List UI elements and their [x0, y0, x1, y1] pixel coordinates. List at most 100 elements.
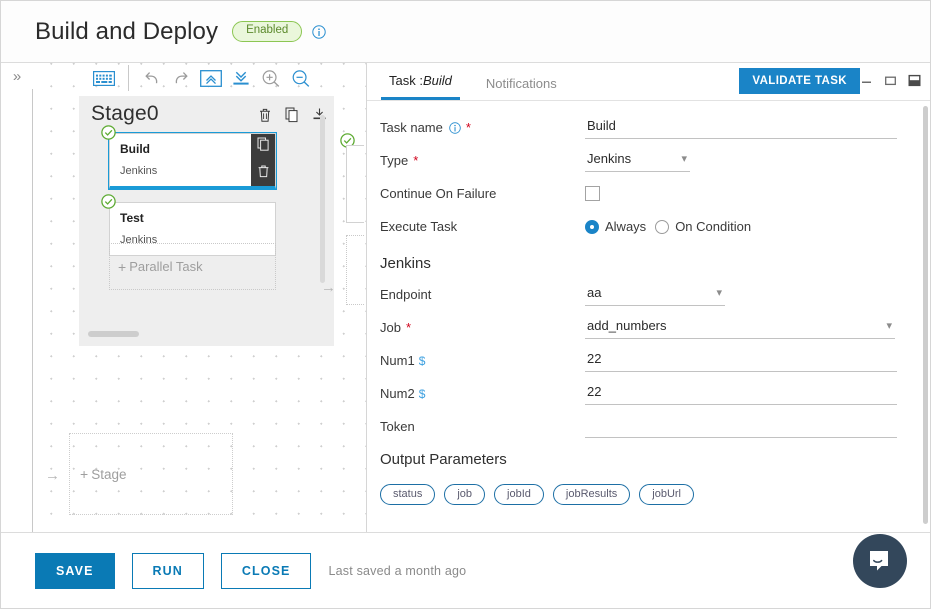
field-task-name: Task name * [367, 111, 930, 144]
chip-jobid[interactable]: jobId [494, 484, 544, 505]
toolbar-divider [128, 65, 129, 91]
task-name-field-label: Task name * [380, 120, 585, 135]
task-copy-icon[interactable] [257, 137, 270, 156]
minimize-icon[interactable] [859, 73, 874, 88]
validate-task-button[interactable]: VALIDATE TASK [739, 68, 860, 94]
tab-task-prefix: Task : [389, 73, 423, 88]
radio-always[interactable]: Always [585, 219, 646, 234]
num2-input[interactable] [585, 382, 897, 405]
chip-status[interactable]: status [380, 484, 436, 505]
execute-task-radio-group: Always On Condition [585, 219, 751, 234]
type-select[interactable]: Jenkins [585, 149, 690, 172]
task-name-label-text: Task name [380, 120, 443, 135]
zoom-out-icon[interactable] [286, 65, 316, 91]
maximize-icon[interactable] [883, 73, 898, 88]
add-stage-connector-arrow-icon: → [45, 467, 60, 484]
undo-icon[interactable] [136, 65, 166, 91]
next-task-card-partial[interactable] [346, 145, 364, 223]
collapse-icon[interactable] [310, 105, 328, 125]
panel-tabs: Task :Build Notifications VALIDATE TASK [367, 63, 930, 101]
field-token: Token [367, 410, 930, 443]
output-parameter-chips: status job jobId jobResults jobUrl [367, 474, 930, 505]
page-title: Build and Deploy [35, 17, 219, 45]
tab-notifications[interactable]: Notifications [478, 76, 565, 100]
radio-on-condition[interactable]: On Condition [655, 219, 751, 234]
jenkins-section-title: Jenkins [380, 255, 431, 272]
endpoint-select-wrap: aa ▾ [585, 283, 725, 306]
expand-all-icon[interactable] [226, 65, 256, 91]
variable-marker-icon: $ [418, 386, 426, 401]
execute-task-label: Execute Task [380, 219, 458, 234]
stage-vertical-scrollbar[interactable] [320, 115, 325, 283]
token-input[interactable] [585, 415, 897, 438]
num1-label-text: Num1 [380, 353, 415, 368]
tab-task-value: Build [422, 73, 452, 88]
required-marker: * [405, 320, 412, 335]
continue-on-failure-checkbox[interactable] [585, 186, 600, 201]
chip-joburl[interactable]: jobUrl [639, 484, 694, 505]
task-card-build[interactable]: Build Jenkins [101, 125, 276, 189]
endpoint-label: Endpoint [380, 287, 432, 302]
info-circle-icon[interactable] [449, 121, 461, 134]
info-circle-icon[interactable] [312, 24, 326, 39]
collapse-all-icon[interactable] [196, 65, 226, 91]
panel-scrollbar[interactable] [923, 106, 928, 524]
task-delete-icon[interactable] [257, 164, 270, 183]
plus-icon: + [118, 258, 127, 275]
stage-horizontal-scrollbar[interactable] [88, 331, 139, 337]
num2-label: Num2 $ [380, 386, 585, 401]
chip-job[interactable]: job [444, 484, 486, 505]
close-button[interactable]: CLOSE [220, 552, 312, 589]
variable-marker-icon: $ [418, 353, 426, 368]
radio-always-dot[interactable] [585, 219, 599, 234]
delete-icon[interactable] [256, 105, 274, 125]
split-icon[interactable] [907, 73, 922, 88]
add-stage-label: Stage [91, 466, 127, 482]
type-select-wrap: Jenkins ▾ [585, 149, 690, 172]
task-name-label: Test [120, 211, 144, 225]
run-button[interactable]: RUN [131, 552, 204, 589]
save-button[interactable]: SAVE [35, 552, 115, 589]
radio-on-condition-dot[interactable] [655, 219, 670, 234]
job-select-wrap: add_numbers ▾ [585, 316, 895, 339]
num1-input[interactable] [585, 349, 897, 372]
next-stage-preview[interactable] [340, 123, 366, 305]
canvas-toolbar [33, 63, 366, 93]
redo-icon[interactable] [166, 65, 196, 91]
task-status-icon [101, 125, 116, 140]
zoom-in-icon[interactable] [256, 65, 286, 91]
stage-title: Stage0 [91, 102, 159, 125]
type-field-label: Type * [380, 153, 585, 168]
type-label-text: Type [380, 153, 409, 168]
required-marker: * [413, 153, 419, 168]
token-label: Token [380, 419, 415, 434]
stage-connector-arrow-icon: → [321, 279, 336, 296]
add-parallel-task-slot[interactable]: + Parallel Task [109, 243, 276, 290]
num2-label-text: Num2 [380, 386, 415, 401]
titlebar: Build and Deploy Enabled [1, 1, 930, 63]
task-type-label: Jenkins [120, 165, 158, 177]
job-select[interactable]: add_numbers [585, 316, 895, 339]
intercom-chat-icon[interactable] [853, 534, 907, 588]
expand-rail-button[interactable]: » [1, 63, 33, 89]
stage-container[interactable]: Stage0 Build Jenkins Test Jenkins + Para… [79, 96, 334, 346]
endpoint-select[interactable]: aa [585, 283, 725, 306]
task-name-label: Build [120, 142, 150, 156]
field-endpoint: Endpoint aa ▾ [367, 278, 930, 311]
task-actions [251, 134, 275, 186]
field-job: Job * add_numbers ▾ [367, 311, 930, 344]
task-details-panel: Task :Build Notifications VALIDATE TASK [366, 63, 930, 533]
continue-on-failure-label: Continue On Failure [380, 186, 497, 201]
copy-icon[interactable] [283, 105, 301, 125]
field-continue-on-failure: Continue On Failure [367, 177, 930, 210]
last-saved-text: Last saved a month ago [328, 563, 467, 578]
keyboard-icon[interactable] [89, 65, 119, 91]
pipeline-canvas[interactable]: Stage0 Build Jenkins Test Jenkins + Para… [33, 63, 366, 533]
status-badge: Enabled [232, 21, 303, 42]
task-name-input[interactable] [585, 116, 897, 139]
tab-task[interactable]: Task :Build [381, 73, 460, 100]
add-stage-slot[interactable]: + Stage [69, 433, 233, 515]
panel-window-controls [859, 73, 922, 88]
next-parallel-slot-partial[interactable] [346, 235, 364, 305]
chip-jobresults[interactable]: jobResults [552, 484, 631, 505]
